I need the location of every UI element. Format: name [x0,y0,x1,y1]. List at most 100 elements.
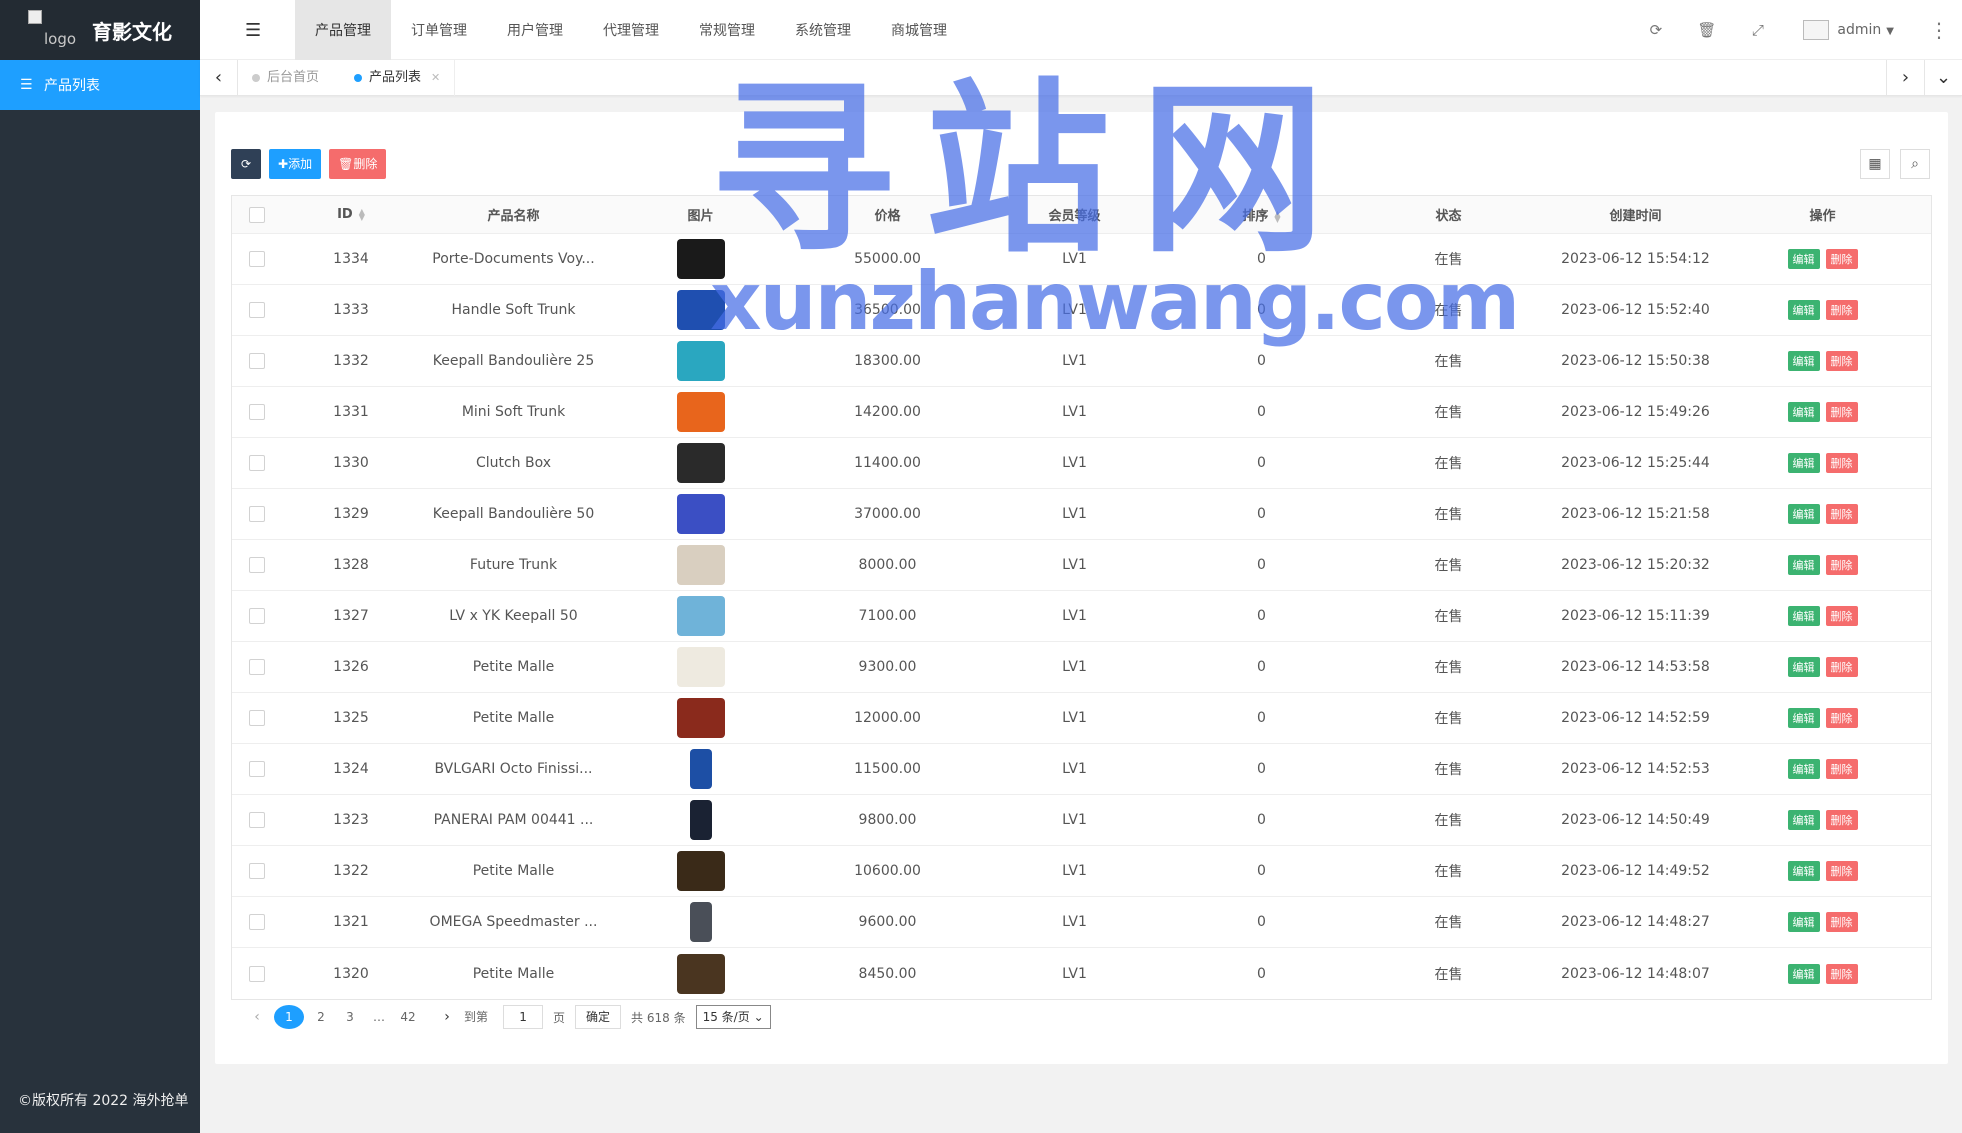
cell-image[interactable] [607,443,794,483]
product-thumbnail[interactable] [689,749,712,789]
nav-product-management[interactable]: 产品管理 [295,0,391,60]
row-checkbox[interactable] [232,506,282,522]
sort-icon[interactable]: ▲ ▼ [359,207,365,221]
product-thumbnail[interactable] [676,239,725,279]
cell-image[interactable] [607,800,794,840]
row-checkbox[interactable] [232,863,282,879]
cell-image[interactable] [607,647,794,687]
cell-image[interactable] [607,902,794,942]
row-checkbox[interactable] [232,965,282,982]
cell-image[interactable] [607,494,794,534]
avatar[interactable] [1803,20,1830,40]
sidebar-item-product-list[interactable]: ☰ 产品列表 [0,60,200,110]
more-vertical-icon[interactable]: ⋮ [1916,18,1962,42]
product-thumbnail[interactable] [676,545,725,585]
edit-button[interactable]: 编辑 [1787,861,1820,881]
nav-general-management[interactable]: 常规管理 [679,0,775,60]
edit-button[interactable]: 编辑 [1787,912,1820,932]
row-checkbox[interactable] [232,251,282,267]
goto-confirm-button[interactable]: 确定 [575,1005,622,1029]
row-checkbox[interactable] [232,404,282,420]
product-thumbnail[interactable] [676,596,725,636]
product-thumbnail[interactable] [676,953,725,994]
prev-page-icon[interactable]: ‹ [245,1005,269,1029]
column-sort[interactable]: 排序 ▲ ▼ [1168,205,1355,224]
cell-image[interactable] [607,545,794,585]
delete-row-button[interactable]: 删除 [1825,555,1858,575]
page-1[interactable]: 1 [274,1005,304,1029]
tab-product-list[interactable]: 产品列表 ✕ [340,60,456,96]
delete-row-button[interactable]: 删除 [1825,453,1858,473]
tab-scroll-left-icon[interactable]: ‹ [200,60,238,96]
fullscreen-icon[interactable]: ⤢ [1732,21,1783,39]
cell-image[interactable] [607,392,794,432]
edit-button[interactable]: 编辑 [1787,606,1820,626]
columns-filter-button[interactable]: ▦ [1860,149,1890,179]
row-checkbox[interactable] [232,812,282,828]
edit-button[interactable]: 编辑 [1787,759,1820,779]
edit-button[interactable]: 编辑 [1787,300,1820,320]
edit-button[interactable]: 编辑 [1787,351,1820,371]
edit-button[interactable]: 编辑 [1787,810,1820,830]
edit-button[interactable]: 编辑 [1787,657,1820,677]
delete-row-button[interactable]: 删除 [1825,963,1858,984]
edit-button[interactable]: 编辑 [1787,963,1820,984]
goto-page-input[interactable]: 1 [503,1005,544,1029]
refresh-button[interactable]: ⟳ [231,149,261,179]
delete-row-button[interactable]: 删除 [1825,606,1858,626]
delete-row-button[interactable]: 删除 [1825,810,1858,830]
edit-button[interactable]: 编辑 [1787,504,1820,524]
user-menu[interactable]: admin ▼ [1837,22,1894,38]
nav-mall-management[interactable]: 商城管理 [871,0,967,60]
cell-image[interactable] [607,596,794,636]
next-page-icon[interactable]: › [435,1005,459,1029]
cell-image[interactable] [607,290,794,330]
delete-row-button[interactable]: 删除 [1825,759,1858,779]
cell-image[interactable] [607,953,794,994]
edit-button[interactable]: 编辑 [1787,402,1820,422]
delete-row-button[interactable]: 删除 [1825,504,1858,524]
page-size-select[interactable]: 15 条/页 ⌄ [695,1005,771,1029]
nav-agent-management[interactable]: 代理管理 [583,0,679,60]
delete-row-button[interactable]: 删除 [1825,300,1858,320]
nav-system-management[interactable]: 系统管理 [775,0,871,60]
delete-row-button[interactable]: 删除 [1825,402,1858,422]
sort-icon[interactable]: ▲ ▼ [1274,209,1280,223]
row-checkbox[interactable] [232,557,282,573]
row-checkbox[interactable] [232,659,282,675]
row-checkbox[interactable] [232,608,282,624]
product-thumbnail[interactable] [676,851,725,891]
product-thumbnail[interactable] [676,494,725,534]
cell-image[interactable] [607,239,794,279]
cell-image[interactable] [607,698,794,738]
delete-row-button[interactable]: 删除 [1825,657,1858,677]
delete-row-button[interactable]: 删除 [1825,249,1858,269]
product-thumbnail[interactable] [676,443,725,483]
delete-row-button[interactable]: 删除 [1825,912,1858,932]
nav-order-management[interactable]: 订单管理 [391,0,487,60]
row-checkbox[interactable] [232,455,282,471]
delete-button[interactable]: 🗑删除 [329,149,387,179]
cell-image[interactable] [607,749,794,789]
tab-dropdown-icon[interactable]: ⌄ [1924,60,1962,96]
page-2[interactable]: 2 [309,1005,333,1029]
product-thumbnail[interactable] [689,800,712,840]
edit-button[interactable]: 编辑 [1787,249,1820,269]
row-checkbox[interactable] [232,914,282,930]
menu-toggle-icon[interactable]: ☰ [245,20,261,41]
trash-icon[interactable]: 🗑 [1681,21,1732,39]
search-button[interactable]: ⌕ [1900,149,1930,179]
row-checkbox[interactable] [232,302,282,318]
product-thumbnail[interactable] [676,290,725,330]
cell-image[interactable] [607,851,794,891]
edit-button[interactable]: 编辑 [1787,708,1820,728]
page-3[interactable]: 3 [338,1005,362,1029]
page-last[interactable]: 42 [396,1005,420,1029]
tab-home[interactable]: 后台首页 [238,60,333,96]
edit-button[interactable]: 编辑 [1787,453,1820,473]
add-button[interactable]: ✚添加 [269,149,322,179]
row-checkbox[interactable] [232,761,282,777]
product-thumbnail[interactable] [689,902,712,942]
select-all-checkbox[interactable] [232,206,282,223]
delete-row-button[interactable]: 删除 [1825,351,1858,371]
